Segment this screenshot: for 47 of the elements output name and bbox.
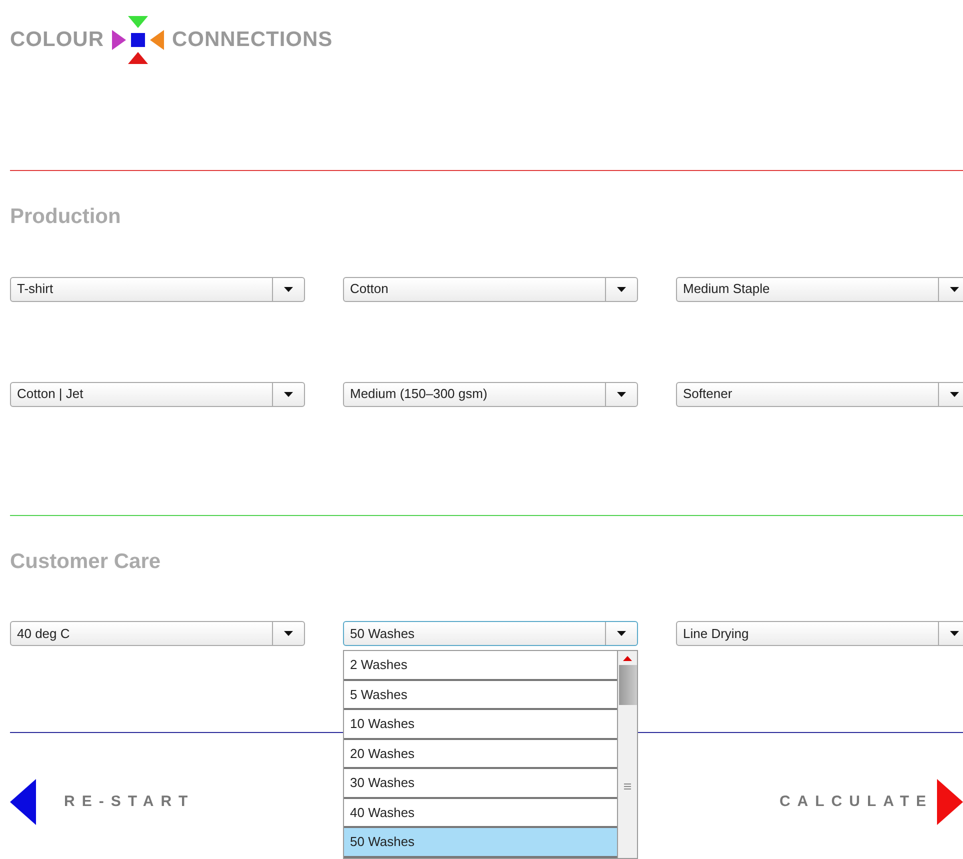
select-value: Medium Staple <box>682 280 771 298</box>
scrollbar-thumb[interactable] <box>618 665 636 705</box>
dropdown-select[interactable]: Line Drying <box>676 621 963 646</box>
select-value: 40 deg C <box>16 624 71 643</box>
select-value: Cotton <box>349 280 390 298</box>
select-value: Line Drying <box>682 624 750 643</box>
caret-icon <box>617 631 626 636</box>
scroll-up-icon[interactable] <box>623 656 632 661</box>
dropdown-select[interactable]: Cotton | Jet <box>10 382 305 406</box>
dropdown-select[interactable]: T-shirt <box>10 276 305 302</box>
dropdown-option[interactable]: 20 Washes <box>344 740 617 769</box>
select-value: 50 Washes <box>349 624 416 643</box>
dropdown-select[interactable]: Medium Staple <box>676 276 963 302</box>
logo-icon <box>110 14 166 66</box>
dropdown-option[interactable]: 30 Washes <box>344 769 617 798</box>
section-title: Production <box>10 204 122 230</box>
dropdown-select[interactable]: Cotton <box>343 276 638 302</box>
scrollbar[interactable] <box>617 651 637 858</box>
dropdown-option[interactable]: 2 Washes <box>344 651 617 680</box>
select-value: Softener <box>682 385 734 404</box>
logo-text: CONNECTIONS <box>172 27 333 54</box>
caret-icon <box>950 631 959 636</box>
calculate-button[interactable]: CALCULATE <box>779 779 963 825</box>
caret-icon <box>950 286 959 292</box>
caret-icon <box>617 392 626 396</box>
dropdown-select[interactable]: 50 Washes <box>343 621 638 646</box>
dropdown-option[interactable]: 10 Washes <box>344 710 617 740</box>
scroll-grip-icon <box>624 783 631 790</box>
dropdown-option[interactable]: 50 Washes <box>344 828 617 858</box>
select-value: Cotton | Jet <box>16 385 84 404</box>
restart-button[interactable]: RE-START <box>10 779 195 825</box>
logo-text: COLOUR <box>10 27 104 54</box>
dropdown-select[interactable]: Medium (150–300 gsm) <box>343 382 638 406</box>
dropdown-select[interactable]: Softener <box>676 382 963 406</box>
left-arrow-icon <box>10 779 36 825</box>
right-arrow-icon <box>937 779 963 825</box>
select-value: T-shirt <box>16 280 54 298</box>
section-title: Customer Care <box>10 548 162 574</box>
dropdown-option[interactable]: 40 Washes <box>344 798 617 828</box>
caret-icon <box>284 631 293 636</box>
dropdown-option[interactable]: 5 Washes <box>344 680 617 710</box>
caret-icon <box>284 392 293 396</box>
caret-icon <box>284 286 293 292</box>
caret-icon <box>950 392 959 396</box>
dropdown-select[interactable]: 40 deg C <box>10 621 305 646</box>
caret-icon <box>617 286 626 292</box>
select-value: Medium (150–300 gsm) <box>349 385 488 404</box>
